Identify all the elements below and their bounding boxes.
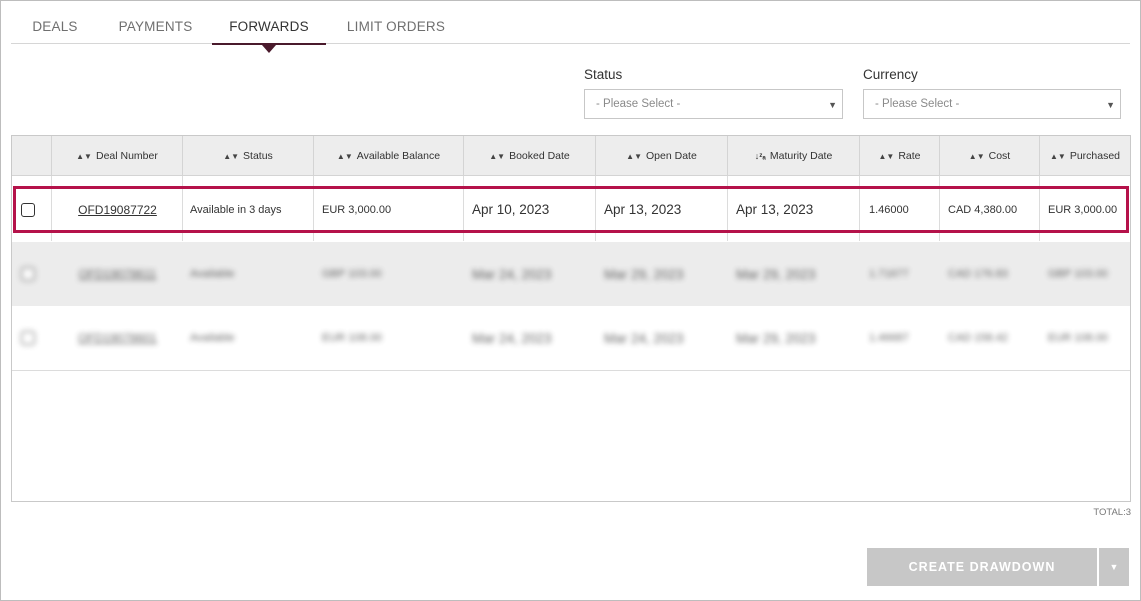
rate-cell: 1.46000 [869, 203, 909, 216]
currency-select[interactable]: - Please Select - ▼ [863, 89, 1121, 119]
tab-limit-orders[interactable]: LIMIT ORDERS [326, 10, 466, 44]
row-checkbox[interactable] [21, 202, 35, 217]
tab-forwards[interactable]: FORWARDS [212, 10, 326, 53]
status-select[interactable]: - Please Select - ▼ [584, 89, 843, 119]
header-status[interactable]: ▲▼ Status [183, 136, 314, 176]
maturity-date-cell: Mar 29, 2023 [736, 330, 816, 346]
tab-bar: DEALS PAYMENTS FORWARDS LIMIT ORDERS [11, 10, 1130, 53]
tab-payments[interactable]: PAYMENTS [99, 10, 212, 44]
rate-cell: 1.71677 [869, 268, 909, 280]
header-cost[interactable]: ▲▼ Cost [940, 136, 1040, 176]
chevron-down-icon: ▼ [1109, 562, 1119, 572]
booked-date-cell: Apr 10, 2023 [472, 202, 550, 217]
table-row[interactable]: OFD19078611 Available GBP 103.00 Mar 24,… [12, 242, 1130, 306]
currency-filter-label: Currency [863, 67, 918, 82]
row-checkbox[interactable] [21, 267, 35, 281]
available-balance-cell: EUR 3,000.00 [322, 203, 392, 216]
maturity-date-cell: Mar 29, 2023 [736, 266, 816, 282]
purchased-cell: EUR 3,000.00 [1048, 203, 1118, 216]
open-date-cell: Apr 13, 2023 [604, 202, 682, 217]
available-balance-cell: GBP 103.00 [322, 268, 382, 280]
create-drawdown-dropdown-toggle[interactable]: ▼ [1099, 548, 1129, 586]
header-open-date[interactable]: ▲▼ Open Date [596, 136, 728, 176]
header-deal-number[interactable]: ▲▼ Deal Number [52, 136, 183, 176]
open-date-cell: Mar 29, 2023 [604, 266, 684, 282]
total-count: TOTAL:3 [1093, 507, 1131, 518]
purchased-cell: GBP 103.00 [1048, 268, 1108, 280]
status-cell: Available in 3 days [190, 203, 282, 216]
open-date-cell: Mar 24, 2023 [604, 330, 684, 346]
sort-icon: ▲▼ [489, 152, 506, 161]
sort-icon: ▲▼ [76, 152, 92, 161]
sort-icon: ▲▼ [968, 152, 985, 161]
table-header: ▲▼ Deal Number ▲▼ Status ▲▼ Available Balan… [12, 136, 1130, 176]
row-checkbox[interactable] [21, 331, 35, 345]
cost-cell: CAD 4,380.00 [948, 203, 1018, 216]
deal-number-link[interactable]: OFD19078601 [78, 331, 157, 345]
sort-icon: ▲▼ [878, 152, 895, 161]
booked-date-cell: Mar 24, 2023 [472, 330, 552, 346]
tab-deals[interactable]: DEALS [11, 10, 99, 44]
table-row[interactable]: OFD19087722 Available in 3 days EUR 3,00… [12, 189, 1130, 230]
header-available-balance[interactable]: ▲▼ Available Balance [314, 136, 464, 176]
deal-number-link[interactable]: OFD19078611 [79, 267, 157, 281]
sort-descending-icon: ↓ᶻₐ [754, 151, 766, 161]
deal-number-link[interactable]: OFD19087722 [78, 203, 157, 217]
header-booked-date[interactable]: ▲▼ Booked Date [464, 136, 596, 176]
sort-icon: ▲▼ [626, 152, 643, 161]
chevron-down-icon: ▼ [1106, 100, 1115, 110]
status-cell: Available [190, 332, 235, 344]
rate-cell: 1.46687 [869, 332, 909, 344]
currency-select-placeholder: - Please Select - [875, 98, 960, 110]
maturity-date-cell: Apr 13, 2023 [736, 202, 814, 217]
header-maturity-date[interactable]: ↓ᶻₐ Maturity Date [728, 136, 860, 176]
create-drawdown-button[interactable]: CREATE DRAWDOWN [867, 548, 1097, 586]
cost-cell: CAD 158.42 [948, 332, 1008, 344]
sort-icon: ▲▼ [336, 152, 353, 161]
header-select-column [12, 136, 52, 176]
booked-date-cell: Mar 24, 2023 [472, 266, 552, 282]
cost-cell: CAD 176.83 [948, 268, 1008, 280]
header-purchased[interactable]: ▲▼ Purchased [1040, 136, 1130, 176]
status-cell: Available [190, 268, 235, 280]
chevron-down-icon: ▼ [828, 100, 837, 110]
header-rate[interactable]: ▲▼ Rate [860, 136, 940, 176]
status-filter-label: Status [584, 67, 623, 82]
available-balance-cell: EUR 108.00 [322, 332, 382, 344]
sort-icon: ▲▼ [223, 152, 240, 161]
purchased-cell: EUR 108.00 [1048, 332, 1108, 344]
forwards-table: ▲▼ Deal Number ▲▼ Status ▲▼ Available Balan… [11, 135, 1131, 502]
status-select-placeholder: - Please Select - [596, 98, 681, 110]
sort-icon: ▲▼ [1049, 152, 1066, 161]
table-row[interactable]: OFD19078601 Available EUR 108.00 Mar 24,… [12, 306, 1130, 371]
